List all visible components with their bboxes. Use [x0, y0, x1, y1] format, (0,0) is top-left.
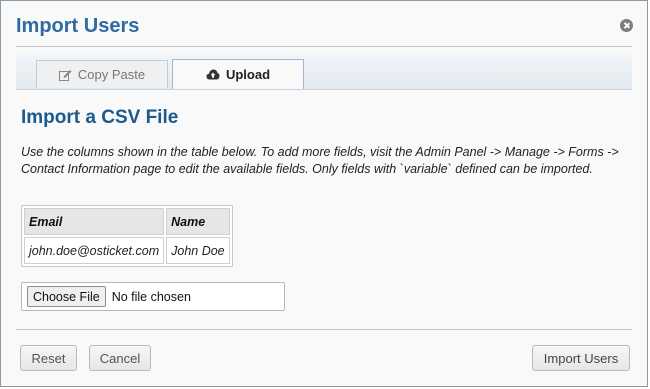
- title-divider: [16, 46, 632, 47]
- edit-icon: [58, 69, 72, 81]
- tab-bar: Copy Paste Upload: [16, 55, 632, 90]
- footer-divider: [16, 329, 632, 330]
- import-users-button[interactable]: Import Users: [532, 345, 630, 371]
- instructions-text: Use the columns shown in the table below…: [21, 145, 619, 176]
- column-header-name: Name: [166, 208, 230, 235]
- reset-button[interactable]: Reset: [20, 345, 77, 371]
- tab-copy-paste-label: Copy Paste: [77, 67, 146, 82]
- choose-file-button[interactable]: Choose File: [27, 286, 106, 307]
- file-status-text: No file chosen: [111, 289, 191, 304]
- tab-upload[interactable]: Upload: [172, 59, 304, 89]
- cancel-button[interactable]: Cancel: [89, 345, 151, 371]
- file-input[interactable]: Choose File No file chosen: [21, 282, 285, 311]
- close-icon[interactable]: [620, 19, 633, 32]
- cell-name: John Doe: [166, 237, 230, 264]
- cell-email: john.doe@osticket.com: [24, 237, 165, 264]
- section-heading: Import a CSV File: [21, 107, 179, 128]
- table-header-row: Email Name: [24, 208, 230, 235]
- columns-table: Email Name john.doe@osticket.com John Do…: [21, 205, 233, 267]
- tab-copy-paste[interactable]: Copy Paste: [36, 60, 168, 88]
- dialog-title: Import Users: [16, 15, 140, 37]
- import-users-dialog: Import Users Copy Paste Upload Import a …: [0, 0, 648, 387]
- column-header-email: Email: [24, 208, 165, 235]
- cloud-upload-icon: [206, 69, 220, 80]
- table-row: john.doe@osticket.com John Doe: [24, 237, 230, 264]
- tab-upload-label: Upload: [225, 67, 271, 82]
